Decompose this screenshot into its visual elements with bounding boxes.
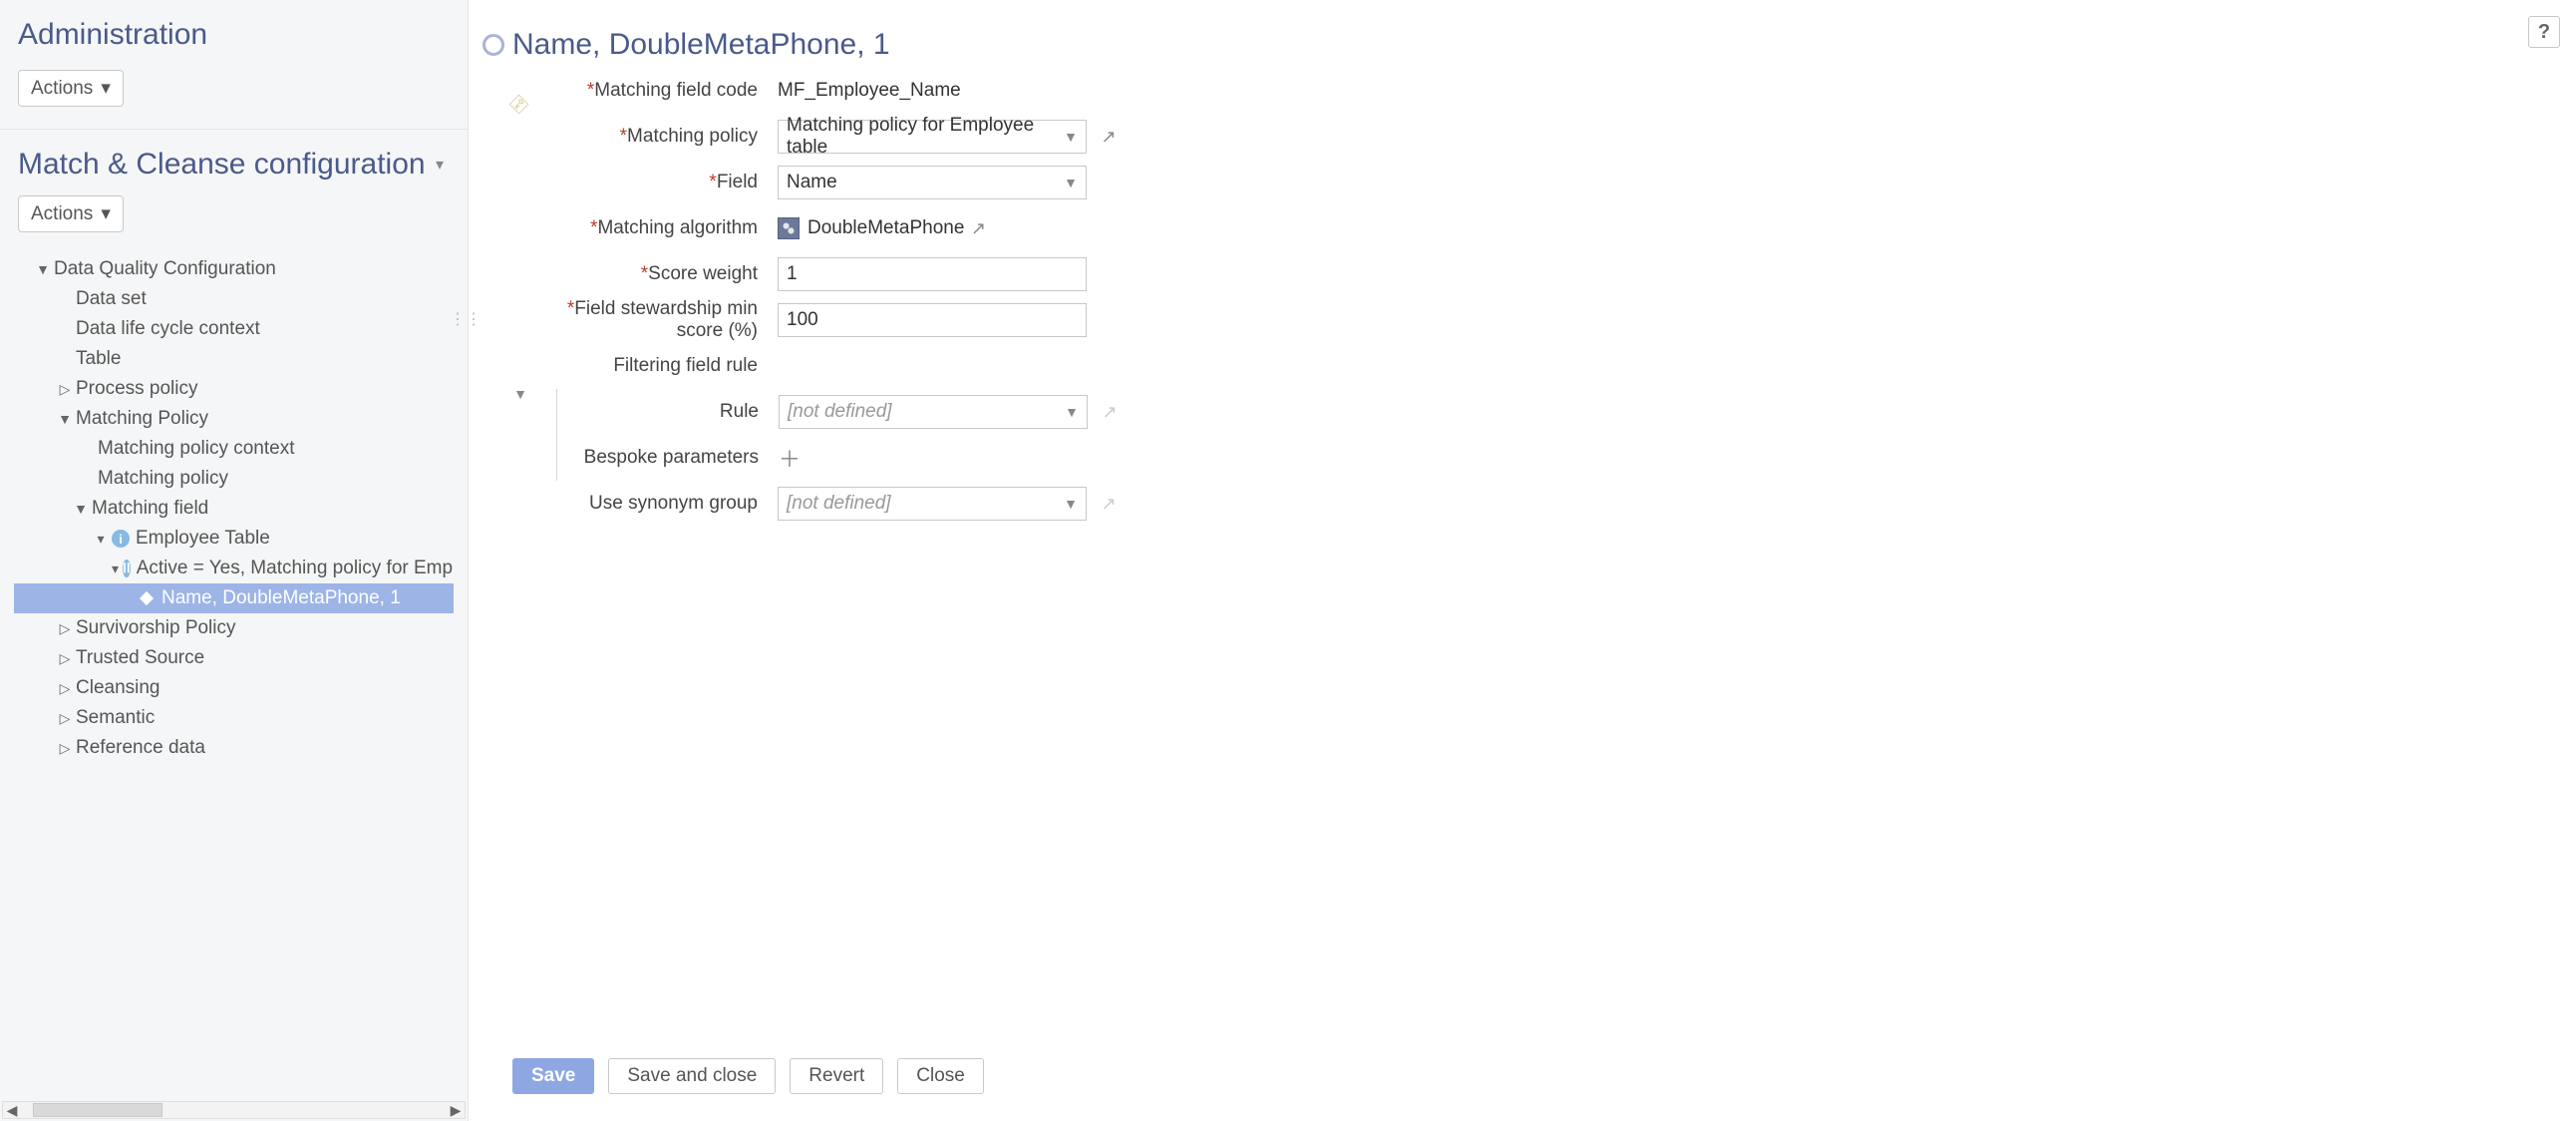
label-score-weight: *Score weight [538, 263, 778, 285]
value-matching-algorithm: DoubleMetaPhone [807, 217, 964, 239]
chevron-down-icon: ▼ [1065, 404, 1079, 420]
select-synonym[interactable]: [not defined]▼ [778, 487, 1087, 521]
tree-item-reference-data[interactable]: ▷Reference data [14, 733, 454, 763]
tree-item-matching-policy[interactable]: ▼Matching Policy [14, 404, 454, 434]
label-stewardship: *Field stewardship min score (%) [538, 298, 778, 342]
record-icon [483, 34, 504, 56]
horizontal-scrollbar[interactable]: ◀ ▶ [2, 1101, 466, 1119]
chevron-down-icon: ▼ [1064, 129, 1078, 145]
key-icon: ⚿ [504, 92, 531, 119]
caret-right-icon: ▷ [58, 650, 72, 667]
popout-icon[interactable]: ↗ [1097, 125, 1121, 149]
caret-right-icon: ▷ [58, 680, 72, 697]
tree-item-selected[interactable]: Name, DoubleMetaPhone, 1 [14, 583, 454, 613]
tree-item-process-policy[interactable]: ▷Process policy [14, 374, 454, 404]
tree-item-survivorship[interactable]: ▷Survivorship Policy [14, 613, 454, 643]
label-matching-field-code: *Matching field code [538, 80, 778, 102]
caret-down-icon: ▾ [94, 531, 108, 548]
help-button[interactable]: ? [2528, 16, 2560, 48]
close-button[interactable]: Close [897, 1058, 984, 1094]
tree-item-life-cycle[interactable]: ▶Data life cycle context [14, 314, 454, 344]
tree-item-matching-policy-context[interactable]: ▶Matching policy context [14, 434, 454, 464]
scroll-left-icon[interactable]: ◀ [3, 1102, 21, 1118]
scrollbar-thumb[interactable] [33, 1103, 162, 1117]
sidebar: Administration Actions ▾ Match & Cleanse… [0, 0, 469, 1121]
revert-button[interactable]: Revert [790, 1058, 883, 1094]
algorithm-icon [778, 217, 800, 239]
tree-item-trusted-source[interactable]: ▷Trusted Source [14, 643, 454, 673]
add-bespoke-button[interactable]: ＋ [779, 442, 801, 474]
tree-item-employee-table[interactable]: ▾iEmployee Table [14, 524, 454, 554]
actions-label: Actions [31, 78, 93, 100]
section-collapse-icon[interactable]: ▼ [510, 386, 530, 402]
section-caret-icon[interactable]: ▾ [436, 155, 444, 175]
caret-down-icon: ▾ [112, 560, 119, 577]
tree-item-semantic[interactable]: ▷Semantic [14, 703, 454, 733]
diamond-icon [140, 591, 154, 605]
caret-right-icon: ▷ [58, 620, 72, 637]
page-title: Name, DoubleMetaPhone, 1 [512, 28, 890, 62]
admin-title: Administration [14, 18, 454, 52]
caret-down-icon: ▾ [101, 77, 111, 100]
label-filtering: Filtering field rule [538, 355, 778, 377]
input-score-weight[interactable] [778, 257, 1087, 291]
tree-item-matching-policy-leaf[interactable]: ▶Matching policy [14, 464, 454, 494]
caret-right-icon: ▷ [58, 710, 72, 727]
chevron-down-icon: ▼ [1064, 175, 1078, 190]
label-rule: Rule [557, 401, 779, 423]
tree-item-active-policy[interactable]: ▾ⅠⅠActive = Yes, Matching policy for Emp… [14, 554, 454, 583]
select-rule[interactable]: [not defined]▼ [779, 395, 1088, 429]
label-matching-algorithm: *Matching algorithm [538, 217, 778, 239]
popout-icon[interactable]: ↗ [966, 216, 990, 240]
select-field[interactable]: Name▼ [778, 166, 1087, 199]
nav-tree: ▼Data Quality Configuration ▶Data set ▶D… [14, 254, 454, 763]
label-field: *Field [538, 172, 778, 193]
divider [0, 129, 468, 130]
label-synonym: Use synonym group [538, 493, 778, 515]
tree-item-table[interactable]: ▶Table [14, 344, 454, 374]
footer-toolbar: Save Save and close Revert Close [498, 1051, 2556, 1101]
caret-down-icon: ▼ [58, 411, 72, 427]
label-matching-policy: *Matching policy [538, 126, 778, 148]
tree-item-root[interactable]: ▼Data Quality Configuration [14, 254, 454, 284]
tree-item-cleansing[interactable]: ▷Cleansing [14, 673, 454, 703]
popout-icon[interactable]: ↗ [1098, 400, 1122, 424]
caret-down-icon: ▼ [74, 501, 88, 517]
caret-right-icon: ▷ [58, 381, 72, 398]
main-content: ? Name, DoubleMetaPhone, 1 ⚿ ▼ *Matching… [471, 0, 2576, 1121]
pause-icon: ⅠⅠ [123, 560, 131, 577]
tree-item-dataset[interactable]: ▶Data set [14, 284, 454, 314]
scroll-right-icon[interactable]: ▶ [447, 1102, 465, 1118]
info-icon: i [112, 530, 130, 548]
input-stewardship[interactable] [778, 303, 1087, 337]
label-bespoke: Bespoke parameters [557, 447, 779, 469]
popout-icon[interactable]: ↗ [1097, 492, 1121, 516]
caret-right-icon: ▷ [58, 740, 72, 757]
actions-label: Actions [31, 203, 93, 225]
value-matching-field-code: MF_Employee_Name [778, 80, 961, 102]
chevron-down-icon: ▼ [1064, 496, 1078, 512]
caret-down-icon: ▾ [101, 202, 111, 225]
section-title: Match & Cleanse configuration [18, 148, 426, 182]
splitter-handle[interactable]: ⋮⋮ [461, 299, 471, 339]
save-button[interactable]: Save [512, 1058, 594, 1094]
scrollbar-track[interactable] [21, 1102, 447, 1118]
tree-item-matching-field[interactable]: ▼Matching field [14, 494, 454, 524]
select-matching-policy[interactable]: Matching policy for Employee table▼ [778, 120, 1087, 154]
section-actions-button[interactable]: Actions ▾ [18, 195, 124, 232]
admin-actions-button[interactable]: Actions ▾ [18, 70, 124, 107]
save-close-button[interactable]: Save and close [608, 1058, 776, 1094]
caret-down-icon: ▼ [36, 261, 50, 277]
